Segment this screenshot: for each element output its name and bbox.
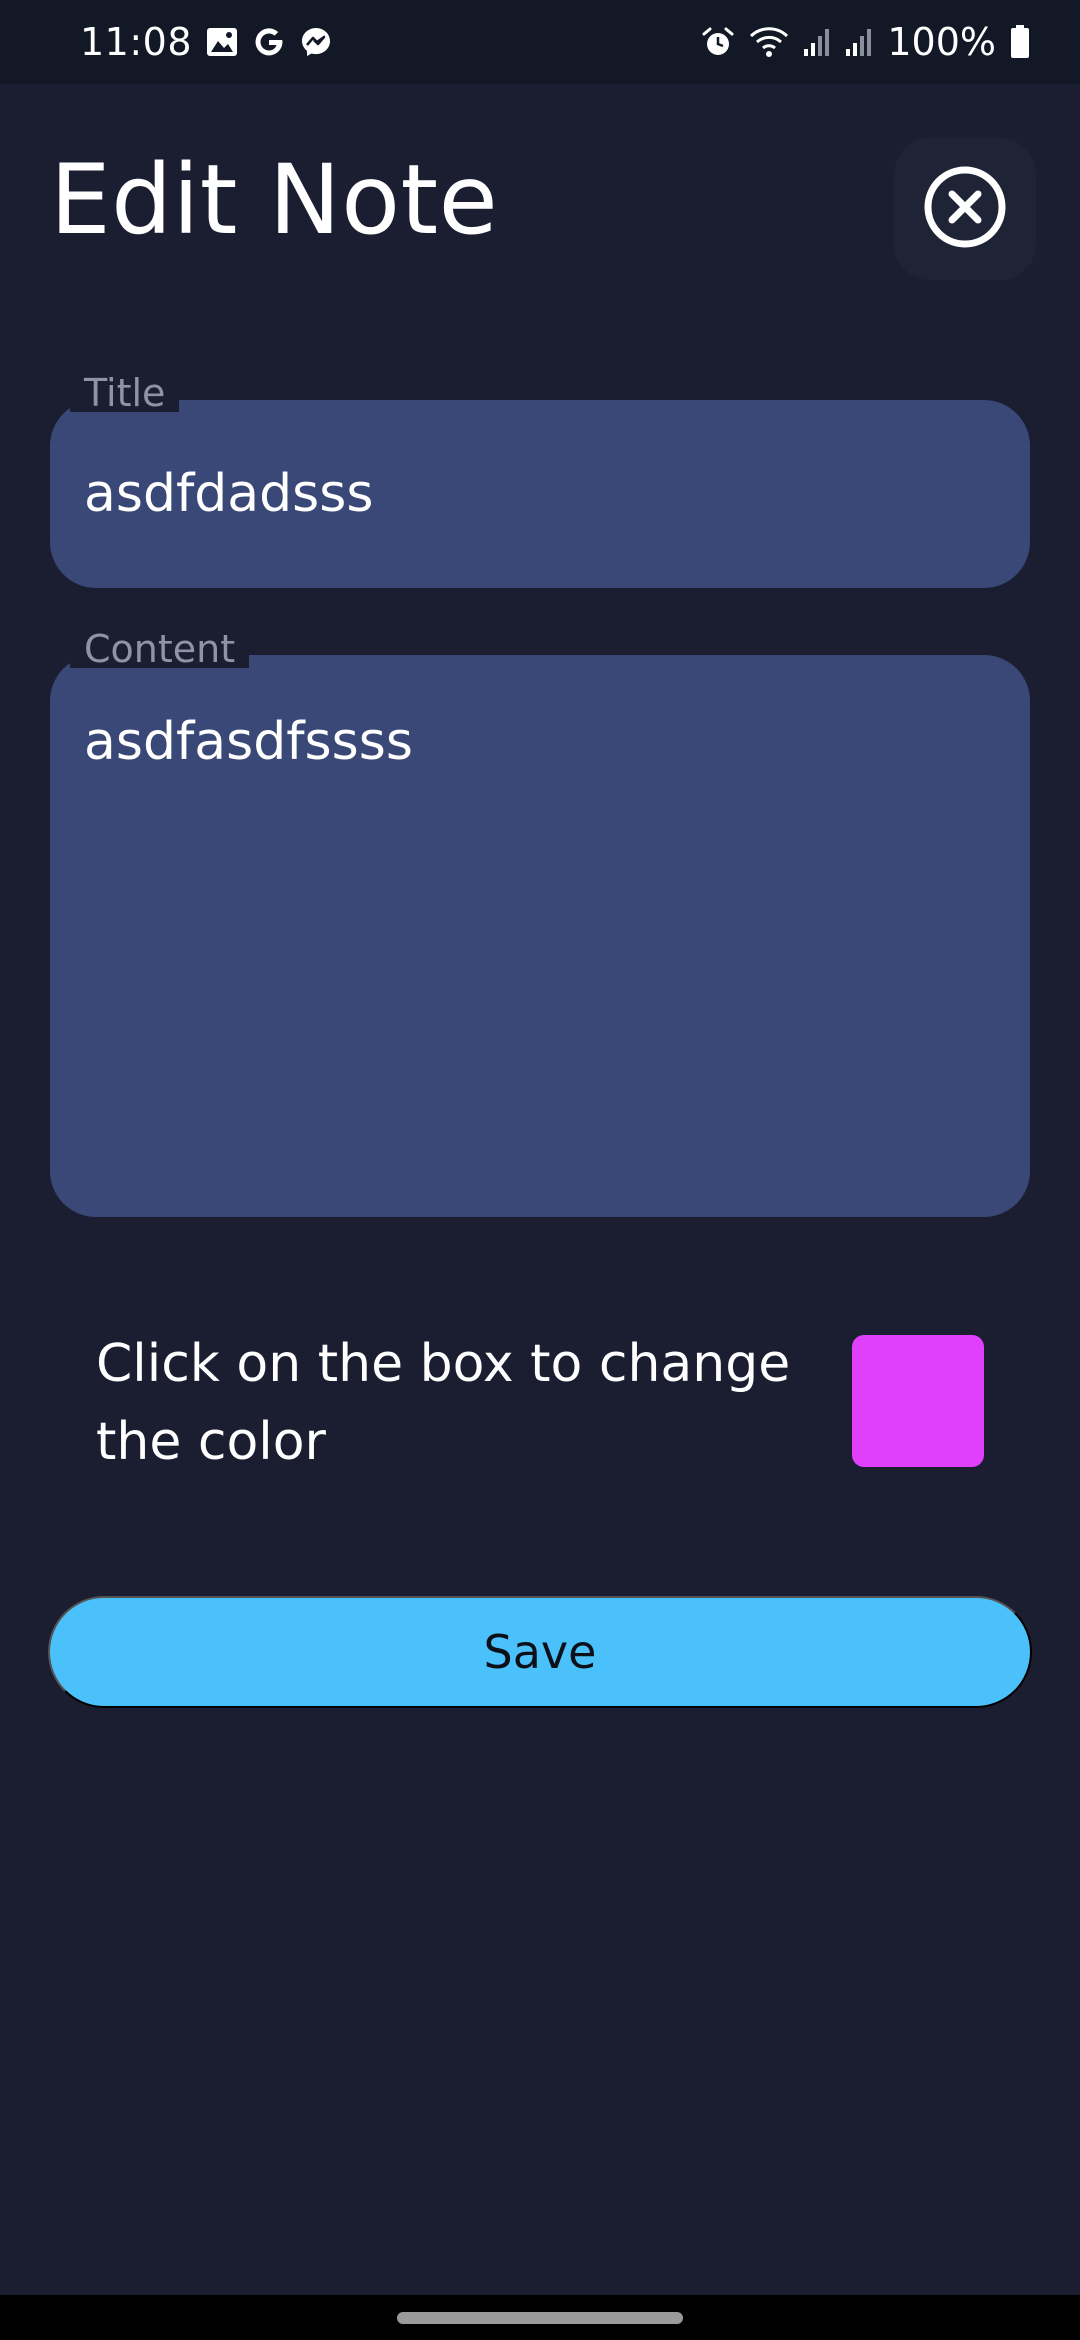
title-input[interactable]: asdfdadsss [84, 463, 996, 525]
edit-note-screen: 11:08 100% Edit Note asdfdadsss Title as… [0, 0, 1080, 2340]
wifi-icon [749, 26, 789, 58]
content-input[interactable]: asdfasdfssss [84, 711, 996, 773]
home-gesture-handle[interactable] [397, 2311, 683, 2324]
title-field[interactable]: asdfdadsss [50, 400, 1030, 588]
color-instruction-text: Click on the box to change the color [96, 1334, 791, 1472]
close-button[interactable] [894, 138, 1036, 280]
page-title: Edit Note [50, 144, 499, 256]
messenger-icon [300, 26, 332, 58]
color-swatch-button[interactable] [852, 1335, 984, 1467]
title-field-label: Title [70, 374, 180, 412]
content-field[interactable]: asdfasdfssss [50, 655, 1030, 1217]
status-left: 11:08 [80, 20, 332, 64]
image-icon [206, 27, 238, 57]
battery-percentage: 100% [887, 20, 996, 64]
google-icon [252, 25, 286, 59]
signal-icon [845, 27, 873, 57]
status-time: 11:08 [80, 20, 193, 64]
battery-icon [1010, 25, 1030, 59]
navigation-bar [0, 2295, 1080, 2340]
signal-icon [803, 27, 831, 57]
status-right: 100% [701, 20, 1030, 64]
close-circle-icon [923, 165, 1007, 253]
save-button[interactable]: Save [48, 1596, 1032, 1708]
content-field-label: Content [70, 630, 250, 668]
alarm-icon [701, 25, 735, 59]
status-bar: 11:08 100% [0, 0, 1080, 84]
